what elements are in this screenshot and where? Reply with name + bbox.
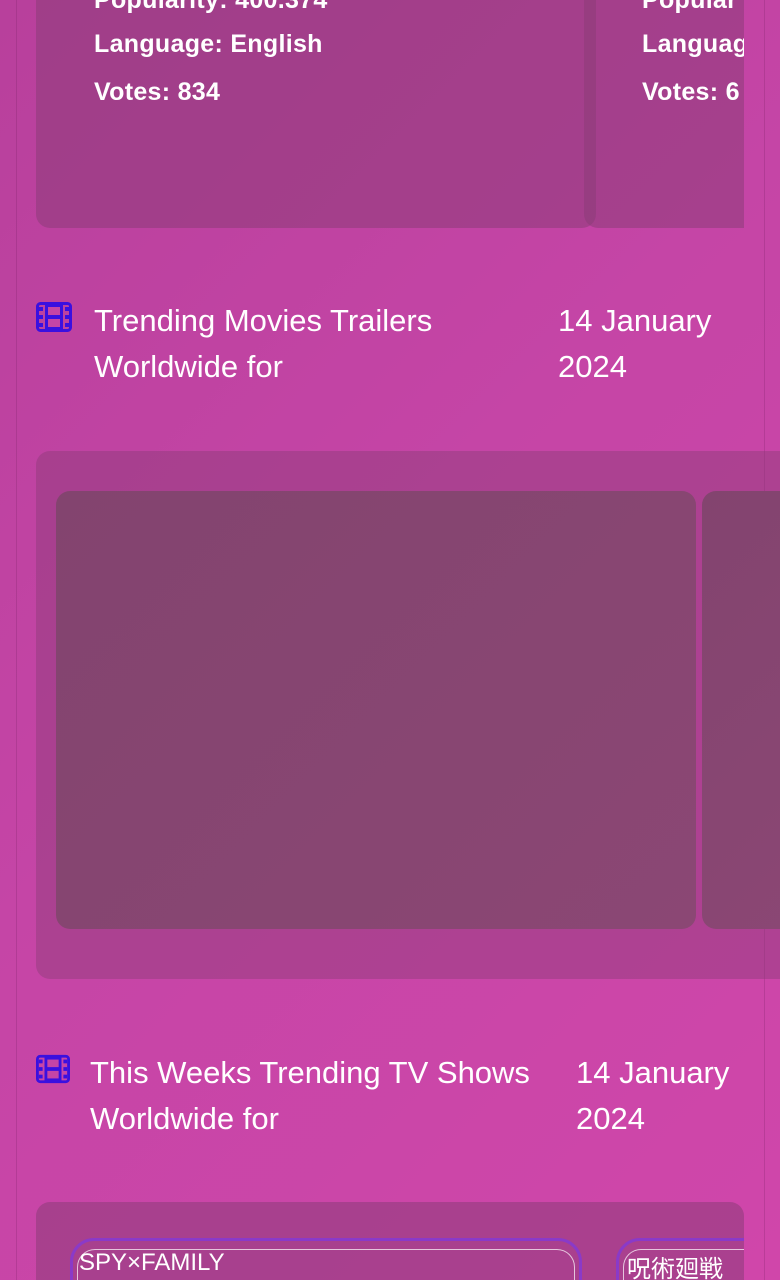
- movie-votes: Votes: 6: [642, 78, 740, 106]
- movie-language: Languag: [642, 30, 744, 58]
- movie-card[interactable]: Popular Languag Votes: 6: [584, 0, 744, 228]
- movie-popularity: Popularity: 400.374: [94, 0, 328, 14]
- trailers-carousel[interactable]: [36, 451, 780, 979]
- movie-popularity: Popular: [642, 0, 738, 14]
- trailer-video[interactable]: [56, 491, 696, 929]
- section-date: 14 January 2024: [576, 1055, 730, 1136]
- tv-show-card[interactable]: SPY×FAMILY: [70, 1238, 582, 1280]
- movie-votes: Votes: 834: [94, 78, 221, 106]
- tv-show-title: SPY×FAMILY: [79, 1249, 225, 1276]
- page-border-left: [16, 0, 17, 1280]
- section-date: 14 January 2024: [558, 303, 712, 384]
- tv-shows-carousel[interactable]: SPY×FAMILY 呪術廻戦: [36, 1202, 744, 1280]
- tv-show-title: 呪術廻戦: [627, 1256, 723, 1280]
- trailers-section-heading: Trending Movies Trailers Worldwide for 1…: [36, 298, 744, 398]
- movie-card-carousel[interactable]: Popularity: 400.374 Language: English Vo…: [36, 0, 744, 228]
- film-icon: [36, 302, 72, 332]
- movie-language: Language: English: [94, 30, 323, 58]
- section-title: Trending Movies Trailers Worldwide for: [94, 303, 433, 384]
- section-title: This Weeks Trending TV Shows Worldwide f…: [90, 1055, 530, 1136]
- film-icon: [36, 1054, 70, 1084]
- tv-section-heading: This Weeks Trending TV Shows Worldwide f…: [36, 1050, 744, 1150]
- tv-show-card[interactable]: 呪術廻戦: [616, 1238, 744, 1280]
- trailer-video[interactable]: [702, 491, 780, 929]
- movie-card[interactable]: Popularity: 400.374 Language: English Vo…: [36, 0, 596, 228]
